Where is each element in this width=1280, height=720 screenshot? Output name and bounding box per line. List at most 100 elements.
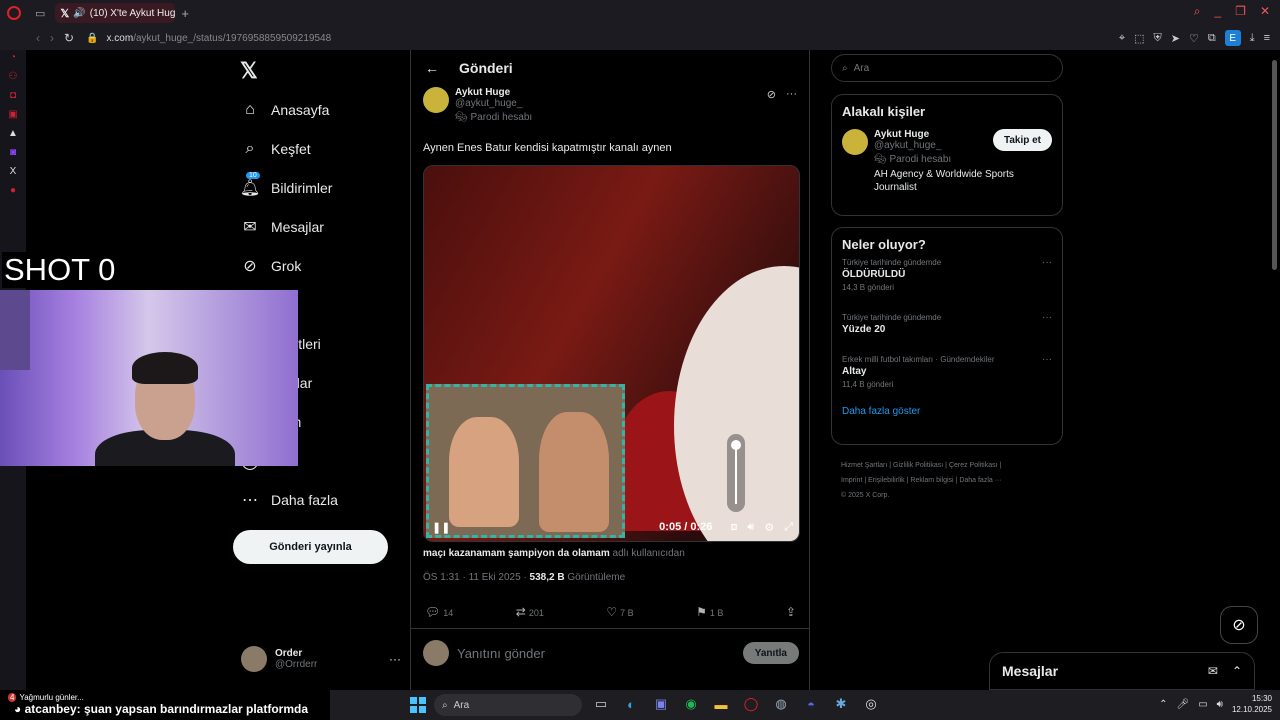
show-more-link[interactable]: Daha fazla göster [832,404,1062,429]
like-action[interactable]: ♡ 7 B [606,605,633,619]
speaker-icon[interactable]: 🔊 [73,8,85,19]
aria-icon[interactable]: ⚇ [9,71,18,82]
reply-button[interactable]: Yanıtla [742,642,799,664]
author-name[interactable]: Aykut Huge [455,87,532,98]
url-field[interactable]: x.com/aykut_huge_/status/197695885950921… [107,33,332,44]
trend-more-icon[interactable]: ··· [1042,257,1052,268]
trend-more-icon[interactable]: ··· [1042,354,1052,365]
heart-icon[interactable]: ♡ [1189,32,1199,45]
post-more-icon[interactable]: ··· [786,88,797,101]
volume-knob[interactable] [731,440,741,450]
minimize-icon[interactable]: _ [1214,4,1221,19]
bookmark-action[interactable]: ⚑ 1 B [696,605,723,619]
footer-link[interactable]: Çerez Politikası [949,462,998,469]
twitch-icon[interactable]: ◙ [10,147,16,158]
post-timestamp[interactable]: ÖS 1:31 · 11 Eki 2025 · [423,572,527,583]
tab-list-icon[interactable]: ▭ [35,7,45,20]
search-tabs-icon[interactable]: ⌕ [1194,4,1201,19]
menu-icon[interactable]: ≡ [1264,32,1270,44]
opera-icon[interactable]: ◯ [742,695,760,713]
nav-grok[interactable]: ⊘ Grok [238,246,408,285]
captions-icon[interactable]: ⧈ [730,521,737,534]
x-sidebar-icon[interactable]: X [10,166,17,177]
messages-drawer[interactable]: Mesajlar ✉ ⌃ [989,652,1255,690]
browser-tab[interactable]: 𝕏 🔊 (10) X'te Aykut Huge: " × [55,3,176,23]
send-icon[interactable]: ➤ [1171,32,1180,45]
compose-message-icon[interactable]: ✉ [1208,664,1218,678]
author-handle[interactable]: @aykut_huge_ [455,98,532,109]
reload-icon[interactable]: ↻ [64,31,74,45]
related-person[interactable]: Aykut Huge @aykut_huge_ 🎭︎ Parodi hesabı… [832,119,1062,204]
grok-button[interactable]: ⊘ [1220,606,1258,644]
history-icon[interactable]: ◔ [10,52,16,63]
footer-link[interactable]: Daha fazla ··· [959,477,1001,484]
follow-button[interactable]: Takip et [992,129,1052,151]
footer-link[interactable]: Imprint [841,477,862,484]
folder-icon[interactable]: ▬ [712,695,730,713]
settings-icon[interactable]: ⚙ [764,521,774,534]
trend-item[interactable]: Türkiye tarihinde gündemde Yüzde 20 ··· [832,307,1062,349]
extensions-icon[interactable]: ⧉ [1208,32,1216,45]
avatar[interactable] [423,87,449,113]
avatar[interactable] [842,129,868,155]
video-attribution[interactable]: maçı kazanamam şampiyon da olamam adlı k… [423,548,685,559]
x-logo[interactable]: 𝕏 [240,58,258,84]
lock-icon[interactable]: 🔒 [86,33,98,44]
trend-item[interactable]: Erkek milli futbol takımları · Gündemdek… [832,349,1062,404]
clock[interactable]: 15:30 12.10.2025 [1232,693,1272,715]
post-button[interactable]: Gönderi yayınla [233,530,388,564]
more-icon[interactable]: ··· [389,652,401,666]
discord-icon[interactable]: ◓ [802,695,820,713]
taskbar-search[interactable]: ⌕ Ara [434,694,582,716]
instagram-icon[interactable]: ▣ [8,109,17,120]
nav-home[interactable]: ⌂ Anasayfa [238,90,408,129]
search-input[interactable]: ⌕ Ara [831,54,1063,82]
chevron-up-icon[interactable]: ⌃ [1159,699,1167,710]
attribution-user[interactable]: maçı kazanamam şampiyon da olamam [423,548,610,559]
fullscreen-icon[interactable]: ⤢ [784,521,793,534]
reply-input[interactable]: Yanıtını gönder [457,646,545,661]
volume-icon[interactable]: 🔊︎ [747,521,754,534]
steam-icon[interactable]: ◍ [772,695,790,713]
settings-sidebar-icon[interactable]: ● [10,185,16,196]
messenger-icon[interactable]: ◘ [10,90,16,101]
trend-item[interactable]: Türkiye tarihinde gündemde ÖLDÜRÜLDÜ 14,… [832,252,1062,307]
maximize-icon[interactable]: ❐ [1235,4,1246,19]
edge-icon[interactable]: ◐ [622,695,640,713]
volume-slider[interactable] [727,434,745,512]
trend-more-icon[interactable]: ··· [1042,312,1052,323]
shield-icon[interactable]: ⛨ [1154,32,1162,45]
extension-e-icon[interactable]: E [1224,30,1241,46]
snapshot-icon[interactable]: ⬚ [1134,32,1144,45]
repost-action[interactable]: ⇄ 201 [516,605,544,619]
post-author[interactable]: Aykut Huge @aykut_huge_ 🎭︎ Parodi hesabı [423,87,532,123]
file-manager-icon[interactable]: ▭ [592,695,610,713]
arc-icon[interactable]: ▲ [8,128,18,139]
grok-explain-icon[interactable]: ⊘ [767,88,776,101]
scrollbar[interactable] [1272,60,1277,270]
app-icon[interactable]: ✱ [832,695,850,713]
account-switcher[interactable]: Order @Orrderr ··· [241,642,401,676]
opera-logo-icon[interactable] [7,6,21,20]
obs-icon[interactable]: ◎ [862,695,880,713]
nav-explore[interactable]: ⌕ Keşfet [238,129,408,168]
forward-icon[interactable]: › [50,31,54,45]
back-icon[interactable]: ‹ [36,31,40,45]
nav-messages[interactable]: ✉ Mesajlar [238,207,408,246]
download-icon[interactable]: ⤓ [1250,32,1255,45]
display-icon[interactable]: ▭ [1198,699,1207,710]
speaker-icon[interactable]: 🔊︎ [1217,699,1223,710]
microphone-icon[interactable]: 🎤︎ [1176,699,1189,710]
footer-link[interactable]: Hizmet Şartları [841,462,887,469]
windows-start-icon[interactable] [410,697,426,713]
nav-notifications[interactable]: 🔔︎ 10 Bildirimler [238,168,408,207]
teams-icon[interactable]: ▣ [652,695,670,713]
back-arrow-icon[interactable]: ← [425,60,439,76]
share-action[interactable]: ⇪ [786,605,799,619]
footer-link[interactable]: Erişilebilirlik [868,477,905,484]
pause-icon[interactable]: ❚❚ [432,521,450,534]
reply-action[interactable]: 💬︎ 14 [425,605,453,619]
expand-icon[interactable]: ⌃ [1232,664,1242,678]
video-player[interactable]: ❚❚ 0:05 / 0:26 ⧈ 🔊︎ ⚙ ⤢ [423,165,800,542]
footer-link[interactable]: Reklam bilgisi [910,477,953,484]
